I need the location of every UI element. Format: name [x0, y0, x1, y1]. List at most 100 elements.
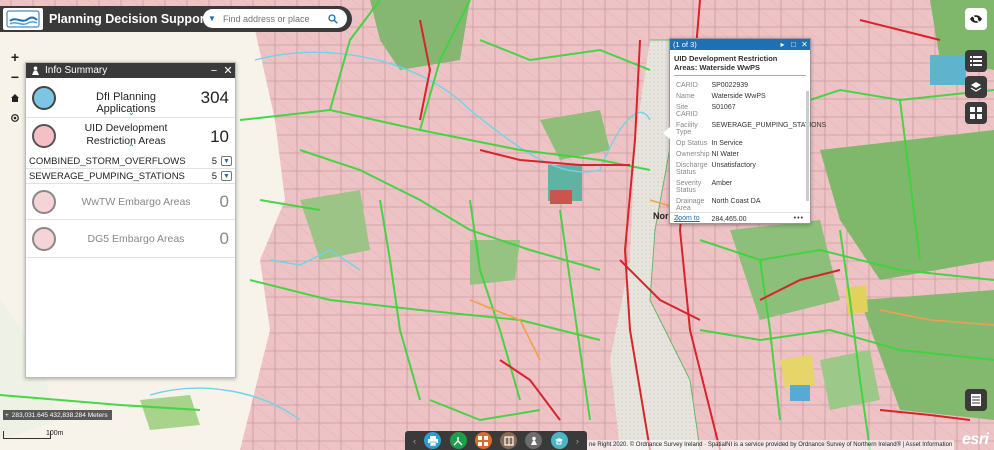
- summary-item-uid[interactable]: UID Development Restriction Areas 10 ⌃: [26, 118, 235, 154]
- search-input[interactable]: [221, 13, 321, 24]
- attribute-table-button[interactable]: [965, 389, 987, 411]
- basemap-gallery-button[interactable]: [965, 102, 987, 124]
- search-icon: [328, 13, 338, 24]
- scale-bar: [3, 431, 51, 439]
- esri-logo: esri: [962, 431, 989, 448]
- popup-attribute-row: Op Status In Service: [676, 139, 826, 148]
- popup-attribute-row: Facility Type SEWERAGE_PUMPING_STATIONS: [676, 121, 826, 137]
- sub-item-label: SEWERAGE_PUMPING_STATIONS: [29, 170, 185, 182]
- grid-widget-button[interactable]: [474, 432, 492, 449]
- popup-scrollbar[interactable]: [806, 91, 809, 201]
- popup-attribute-row: CARID SP0022939: [676, 81, 826, 90]
- close-popup-button[interactable]: ✕: [799, 40, 810, 49]
- sub-item-storm-overflows[interactable]: COMBINED_STORM_OVERFLOWS 5 ▼: [26, 154, 235, 169]
- sub-item-pumping-stations[interactable]: SEWERAGE_PUMPING_STATIONS 5 ▼: [26, 169, 235, 184]
- directions-widget-button[interactable]: [525, 432, 543, 449]
- coordinate-text: 283,031.645 432,838.284 Meters: [11, 411, 108, 419]
- popup-attribute-row: Name Waterside WwPS: [676, 92, 826, 101]
- dock-next-icon[interactable]: ›: [576, 436, 579, 446]
- attribute-value: SEWERAGE_PUMPING_STATIONS: [711, 122, 827, 129]
- grid-tool-icon: [478, 435, 489, 446]
- attribute-key: Op Status: [676, 140, 708, 147]
- chevron-down-icon[interactable]: ▼: [203, 14, 221, 23]
- zoom-in-button[interactable]: +: [7, 49, 23, 65]
- zoom-to-link[interactable]: Zoom to: [674, 215, 700, 222]
- summary-item-wwtw[interactable]: WwTW Embargo Areas 0: [26, 184, 235, 220]
- print-icon: [427, 435, 438, 446]
- home-button[interactable]: [7, 90, 23, 106]
- scale-bar-label: 100m: [46, 430, 64, 437]
- analysis-widget-button[interactable]: [449, 432, 467, 449]
- dock-prev-icon[interactable]: ‹: [413, 436, 416, 446]
- attribute-value: S01067: [711, 104, 736, 111]
- close-button[interactable]: ✕: [221, 64, 235, 77]
- chevron-down-icon[interactable]: ▼: [221, 171, 232, 181]
- map-attribution: ne Right 2020. © Ordnance Survey Ireland…: [587, 440, 955, 450]
- info-summary-title: Info Summary: [45, 65, 108, 76]
- minimize-button[interactable]: −: [207, 65, 221, 77]
- map-place-label: Nor: [653, 211, 669, 221]
- legend-list-icon: [970, 56, 982, 66]
- attribute-value: NI Water: [711, 151, 739, 158]
- sub-item-count: 5: [211, 170, 217, 182]
- maximize-button[interactable]: □: [788, 40, 799, 49]
- summary-item-planning[interactable]: DfI Planning Applications 304 ⌄: [26, 78, 235, 118]
- draw-widget-button[interactable]: [550, 432, 568, 449]
- attribute-key: Name: [676, 93, 695, 100]
- summary-item-label: DfI Planning Applications: [96, 91, 156, 115]
- attribute-value: Unsatisfactory: [711, 162, 756, 169]
- draw-icon: [555, 437, 564, 444]
- sub-item-count: 5: [211, 155, 217, 167]
- embargo-area-icon: [32, 190, 56, 214]
- attribute-key: Facility Type: [676, 122, 698, 136]
- layers-icon: [970, 82, 982, 92]
- summary-item-label: WwTW Embargo Areas: [81, 196, 191, 208]
- chevron-down-icon[interactable]: ▼: [221, 156, 232, 166]
- summary-item-dg5[interactable]: DG5 Embargo Areas 0: [26, 220, 235, 258]
- zoom-out-button[interactable]: −: [7, 69, 23, 85]
- attribute-value: SP0022939: [711, 82, 749, 89]
- northern-ireland-logo: [3, 8, 43, 30]
- chevron-down-icon[interactable]: ⌄: [128, 108, 135, 117]
- person-pin-icon: [32, 66, 39, 75]
- more-actions-button[interactable]: •••: [794, 215, 804, 222]
- attribute-key: Ownership: [676, 151, 710, 158]
- coordinate-expand-icon[interactable]: +: [5, 412, 9, 419]
- popup-attribute-row: Discharge Status Unsatisfactory: [676, 161, 826, 177]
- chevron-up-icon[interactable]: ⌃: [128, 143, 135, 152]
- info-summary-header: Info Summary − ✕: [26, 63, 235, 78]
- toggle-visibility-button[interactable]: [965, 8, 987, 30]
- print-widget-button[interactable]: [424, 432, 442, 449]
- search-button[interactable]: [321, 9, 345, 28]
- attribute-key: Drainage Area: [676, 198, 705, 212]
- locate-button[interactable]: [7, 110, 23, 126]
- home-icon: [11, 94, 19, 102]
- popup-pager: (1 of 3): [673, 40, 697, 49]
- summary-item-count: 0: [219, 192, 229, 211]
- embargo-area-icon: [32, 227, 56, 251]
- next-feature-button[interactable]: ▸: [777, 40, 788, 49]
- analysis-icon: [453, 436, 463, 445]
- summary-item-label: DG5 Embargo Areas: [87, 233, 185, 245]
- summary-item-count: 10: [210, 127, 229, 146]
- coordinate-readout: + 283,031.645 432,838.284 Meters: [3, 410, 112, 420]
- popup-title: UID Development Restriction Areas: Water…: [674, 50, 806, 76]
- locate-icon: [11, 114, 19, 122]
- measure-icon: [504, 435, 514, 446]
- summary-item-count: 0: [219, 229, 229, 248]
- attribute-key: Discharge Status: [676, 162, 708, 176]
- attribute-table-icon: [971, 394, 981, 406]
- legend-button[interactable]: [965, 50, 987, 72]
- popup-pointer: [663, 126, 671, 140]
- summary-item-label: UID Development Restriction Areas: [84, 122, 168, 147]
- layers-button[interactable]: [965, 76, 987, 98]
- summary-item-count: 304: [200, 88, 229, 107]
- attribute-value: Amber: [711, 180, 733, 187]
- visibility-off-icon: [970, 13, 982, 25]
- popup-attribute-row: Drainage Area North Coast DA: [676, 197, 826, 213]
- popup-header: (1 of 3) ▸ □ ✕: [670, 39, 810, 50]
- measure-widget-button[interactable]: [500, 432, 518, 449]
- basemap-gallery-icon: [970, 107, 982, 119]
- info-summary-panel: Info Summary − ✕ DfI Planning Applicatio…: [25, 62, 236, 378]
- search-box: ▼: [203, 9, 347, 28]
